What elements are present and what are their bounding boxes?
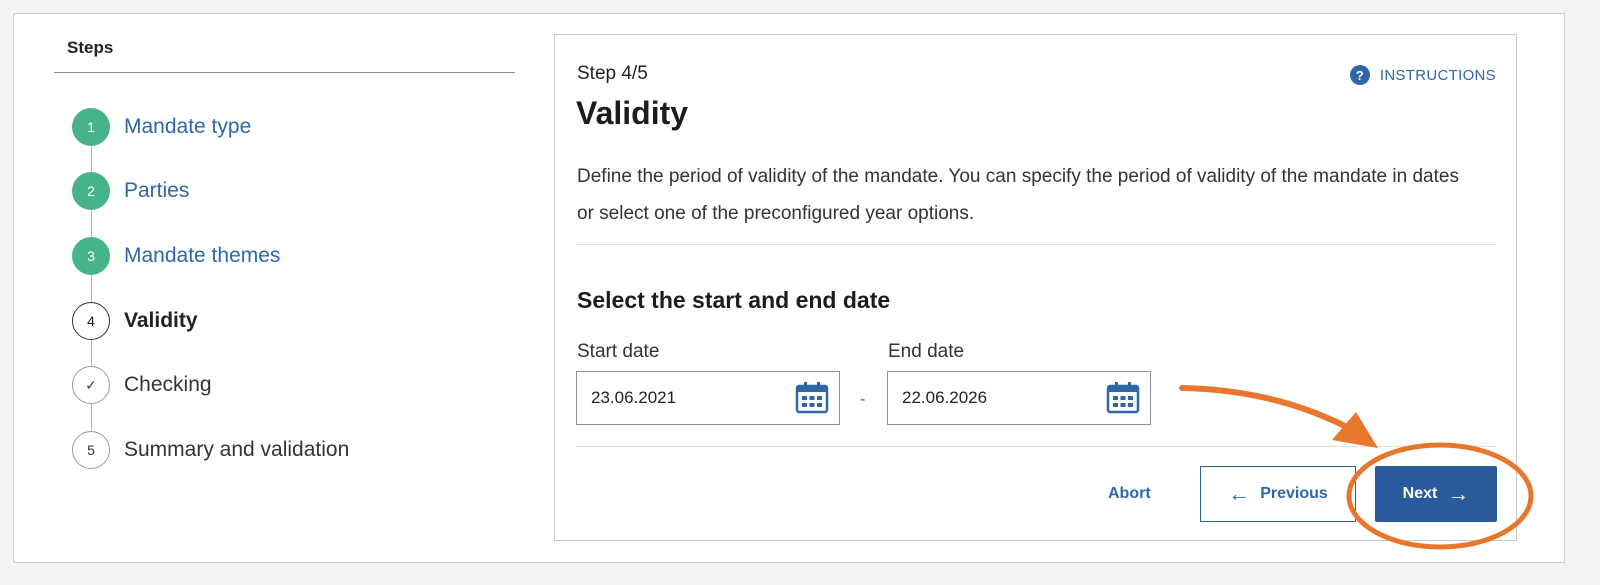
step-number: 3 xyxy=(72,237,110,275)
step-number: 1 xyxy=(72,108,110,146)
previous-button[interactable]: ← Previous xyxy=(1200,466,1356,522)
page-title: Validity xyxy=(576,95,689,131)
arrow-right-icon: → xyxy=(1447,481,1470,506)
step-number: 2 xyxy=(72,172,110,210)
section-heading: Select the start and end date xyxy=(577,287,891,313)
end-date-label: End date xyxy=(888,341,965,362)
sidebar-step-validity: 4 Validity xyxy=(72,301,198,341)
sidebar-step-parties[interactable]: 2 Parties xyxy=(72,171,189,211)
sidebar-step-mandate-themes[interactable]: 3 Mandate themes xyxy=(72,236,280,276)
step-label: Checking xyxy=(124,373,212,396)
divider xyxy=(575,244,1497,245)
step-number: 4 xyxy=(72,302,110,340)
start-date-input[interactable]: 23.06.2021 xyxy=(576,371,840,425)
steps-title: Steps xyxy=(67,38,114,57)
abort-button[interactable]: Abort xyxy=(1108,485,1151,503)
start-date-label: Start date xyxy=(577,341,660,362)
step-label: Mandate themes xyxy=(124,244,281,267)
step-counter: Step 4/5 xyxy=(577,63,648,84)
sidebar-step-checking: ✓ Checking xyxy=(72,365,212,405)
sidebar-step-summary: 5 Summary and validation xyxy=(72,430,349,470)
steps-divider xyxy=(54,72,515,73)
previous-label: Previous xyxy=(1260,485,1328,502)
instructions-link[interactable]: ? INSTRUCTIONS xyxy=(1349,65,1496,85)
end-date-input[interactable]: 22.06.2026 xyxy=(887,371,1151,425)
next-label: Next xyxy=(1402,485,1438,502)
step-number: 5 xyxy=(72,431,110,469)
step-label: Parties xyxy=(124,179,190,202)
calendar-icon[interactable] xyxy=(794,380,830,416)
divider xyxy=(575,446,1497,447)
validity-panel: Step 4/5 Validity ? INSTRUCTIONS Define … xyxy=(554,34,1517,541)
step-label: Summary and validation xyxy=(124,438,350,461)
calendar-icon[interactable] xyxy=(1105,380,1141,416)
description-text: Define the period of validity of the man… xyxy=(577,166,1459,224)
instructions-label: INSTRUCTIONS xyxy=(1379,66,1496,84)
end-date-value: 22.06.2026 xyxy=(902,388,988,407)
arrow-left-icon: ← xyxy=(1228,481,1251,506)
step-label: Validity xyxy=(124,309,198,332)
step-label: Mandate type xyxy=(124,115,252,138)
next-button[interactable]: Next → xyxy=(1375,466,1497,522)
date-range-separator: - xyxy=(860,391,866,408)
sidebar-step-mandate-type[interactable]: 1 Mandate type xyxy=(72,107,251,147)
question-circle-icon: ? xyxy=(1349,65,1370,85)
checkmark-icon: ✓ xyxy=(72,366,110,404)
start-date-value: 23.06.2021 xyxy=(591,388,677,407)
